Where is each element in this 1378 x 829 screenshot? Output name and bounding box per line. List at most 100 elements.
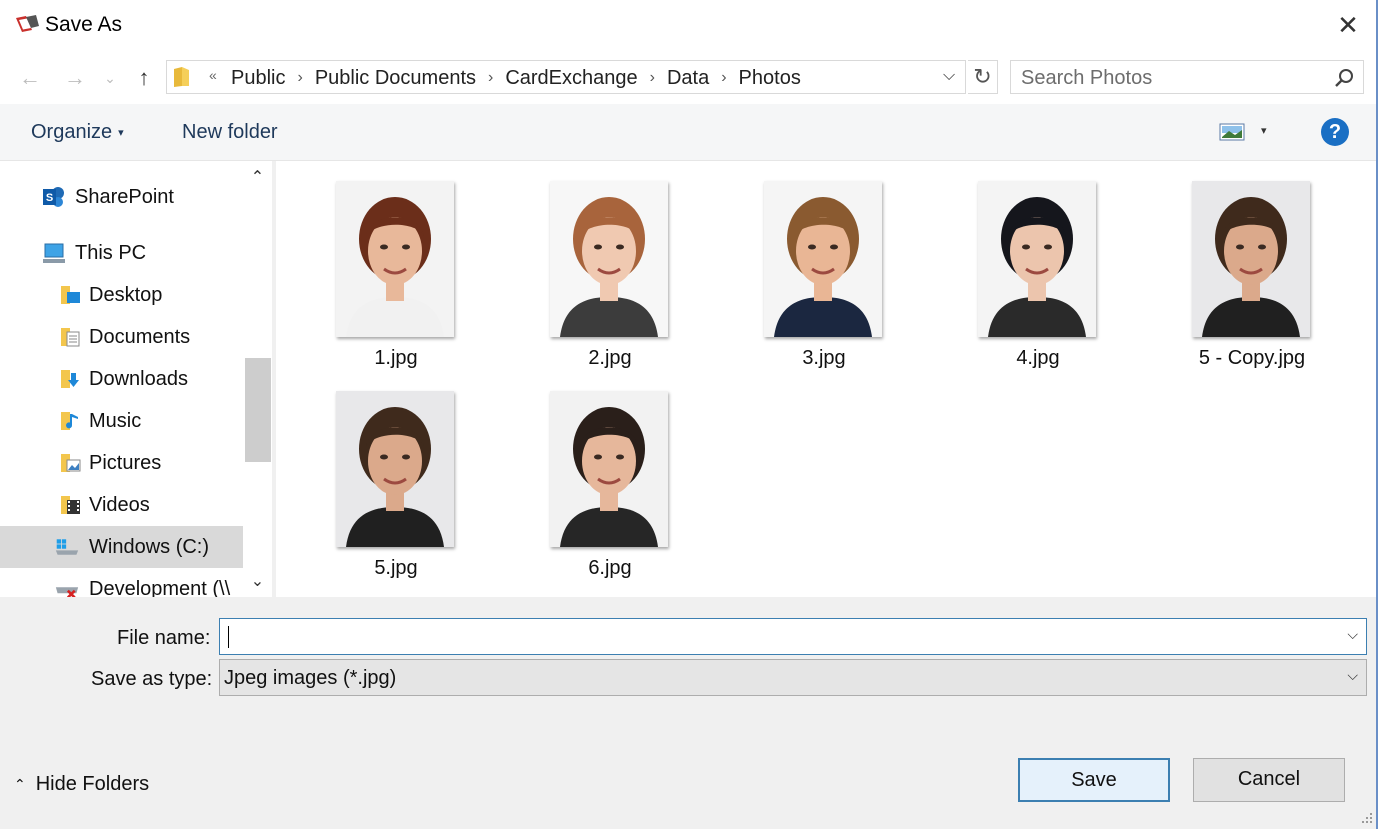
- downloads-folder-icon: [61, 370, 79, 388]
- save-button[interactable]: Save: [1018, 758, 1170, 802]
- photo-thumbnail[interactable]: [978, 181, 1096, 337]
- chevron-up-icon: ⌃: [14, 776, 26, 793]
- address-row: ← → ⌄ ↑ « Public › Public Documents › Ca…: [0, 52, 1378, 104]
- nav-item-label: Windows (C:): [89, 535, 210, 558]
- view-options-icon[interactable]: [1219, 122, 1245, 142]
- breadcrumb: Public › Public Documents › CardExchange…: [231, 65, 801, 91]
- nav-item-documents[interactable]: Documents: [0, 316, 243, 358]
- file-name-input[interactable]: [226, 623, 1326, 651]
- title-bar: Save As ✕: [0, 0, 1378, 52]
- photo-thumbnail[interactable]: [764, 181, 882, 337]
- forward-arrow-icon[interactable]: →: [61, 65, 89, 91]
- view-caret-down-icon[interactable]: ▾: [1261, 124, 1267, 137]
- file-name-field[interactable]: ⌵: [219, 618, 1367, 655]
- nav-item-label: SharePoint: [75, 185, 174, 208]
- photo-thumbnail[interactable]: [336, 391, 454, 547]
- search-icon[interactable]: [1333, 67, 1355, 89]
- file-item[interactable]: 2.jpg: [490, 161, 690, 369]
- chevron-down-icon[interactable]: ⌵: [1347, 667, 1358, 684]
- portrait-image: [1192, 181, 1310, 337]
- organize-label: Organize: [31, 121, 113, 143]
- search-input[interactable]: [1021, 65, 1321, 91]
- command-toolbar: Organize ▾ New folder ▾ ?: [0, 104, 1378, 161]
- portrait-image: [550, 181, 668, 337]
- recent-locations-chevron-icon[interactable]: ⌄: [100, 65, 120, 91]
- nav-item-label: Music: [89, 409, 142, 432]
- nav-item-music[interactable]: Music: [0, 400, 243, 442]
- photo-thumbnail[interactable]: [550, 181, 668, 337]
- scroll-up-arrow-icon[interactable]: ⌃: [243, 167, 272, 191]
- file-item[interactable]: 5.jpg: [276, 371, 476, 579]
- new-folder-button[interactable]: New folder: [182, 121, 278, 144]
- nav-item-label: Downloads: [89, 367, 188, 390]
- breadcrumb-item[interactable]: Data: [667, 67, 709, 90]
- refresh-icon[interactable]: ↻: [968, 60, 998, 94]
- nav-item-pictures[interactable]: Pictures: [0, 442, 243, 484]
- nav-item-label: Videos: [89, 493, 150, 516]
- save-type-select[interactable]: Jpeg images (*.jpg) ⌵: [219, 659, 1367, 696]
- nav-scrollbar[interactable]: ⌃ ⌄: [243, 161, 272, 597]
- sharepoint-icon: S: [43, 187, 64, 207]
- file-item[interactable]: 3.jpg: [704, 161, 904, 369]
- portrait-image: [336, 391, 454, 547]
- file-name-label: 3.jpg: [802, 347, 846, 369]
- breadcrumb-separator[interactable]: ›: [650, 69, 655, 87]
- caret-down-icon: ▾: [118, 127, 124, 140]
- network-drive-disconnected-icon: [55, 587, 79, 597]
- file-name-label: 5 - Copy.jpg: [1198, 347, 1306, 369]
- breadcrumb-separator[interactable]: ›: [297, 69, 302, 87]
- hide-folders-label: Hide Folders: [35, 773, 150, 795]
- breadcrumb-item[interactable]: Photos: [739, 67, 801, 90]
- nav-item-desktop[interactable]: Desktop: [0, 274, 243, 316]
- back-arrow-icon[interactable]: ←: [16, 65, 44, 91]
- photo-thumbnail[interactable]: [1192, 181, 1310, 337]
- chevron-down-icon[interactable]: ⌵: [1347, 626, 1358, 643]
- window-title: Save As: [45, 13, 123, 36]
- address-bar[interactable]: « Public › Public Documents › CardExchan…: [166, 60, 966, 94]
- nav-item-this-pc[interactable]: This PC: [0, 232, 243, 274]
- breadcrumb-item[interactable]: CardExchange: [505, 67, 637, 90]
- save-type-value: Jpeg images (*.jpg): [224, 667, 397, 689]
- nav-item-windows-c[interactable]: Windows (C:): [0, 526, 243, 568]
- photo-thumbnail[interactable]: [550, 391, 668, 547]
- desktop-folder-icon: [61, 286, 80, 304]
- file-item[interactable]: 6.jpg: [490, 371, 690, 579]
- breadcrumb-item[interactable]: Public Documents: [315, 67, 476, 90]
- breadcrumb-overflow[interactable]: «: [209, 67, 217, 83]
- help-icon[interactable]: ?: [1321, 118, 1349, 146]
- file-name-label: 6.jpg: [588, 557, 632, 579]
- photo-thumbnail[interactable]: [336, 181, 454, 337]
- nav-item-label: Desktop: [89, 283, 163, 306]
- hide-folders-toggle[interactable]: ⌃ Hide Folders: [14, 773, 149, 796]
- svg-text:S: S: [46, 192, 53, 204]
- up-arrow-icon[interactable]: ↑: [130, 65, 158, 91]
- file-name-label: 2.jpg: [588, 347, 632, 369]
- breadcrumb-item[interactable]: Public: [231, 67, 285, 90]
- breadcrumb-separator[interactable]: ›: [488, 69, 493, 87]
- file-item[interactable]: 1.jpg: [276, 161, 476, 369]
- close-icon[interactable]: ✕: [1333, 10, 1363, 40]
- folder-icon: [174, 67, 189, 87]
- organize-button[interactable]: Organize ▾: [31, 121, 124, 144]
- nav-item-development[interactable]: Development (\\: [0, 568, 243, 597]
- nav-item-label: Development (\\: [89, 577, 231, 598]
- search-box[interactable]: [1010, 60, 1364, 94]
- music-folder-icon: [61, 412, 78, 430]
- cancel-button[interactable]: Cancel: [1193, 758, 1345, 802]
- portrait-image: [764, 181, 882, 337]
- documents-folder-icon: [61, 328, 80, 347]
- file-name-label: 5.jpg: [374, 557, 418, 579]
- navigation-pane: S SharePoint This PC Desktop Documents D…: [0, 161, 272, 597]
- scroll-down-arrow-icon[interactable]: ⌄: [243, 571, 272, 595]
- file-item[interactable]: 5 - Copy.jpg: [1132, 161, 1332, 369]
- nav-item-downloads[interactable]: Downloads: [0, 358, 243, 400]
- breadcrumb-separator[interactable]: ›: [721, 69, 726, 87]
- resize-grip-icon[interactable]: [1360, 811, 1374, 825]
- text-cursor: [228, 626, 229, 648]
- windows-drive-icon: [55, 539, 79, 555]
- scrollbar-thumb[interactable]: [245, 358, 271, 462]
- file-item[interactable]: 4.jpg: [918, 161, 1118, 369]
- nav-item-sharepoint[interactable]: S SharePoint: [0, 176, 243, 218]
- address-dropdown-chevron-icon[interactable]: ⌵: [943, 67, 955, 85]
- nav-item-videos[interactable]: Videos: [0, 484, 243, 526]
